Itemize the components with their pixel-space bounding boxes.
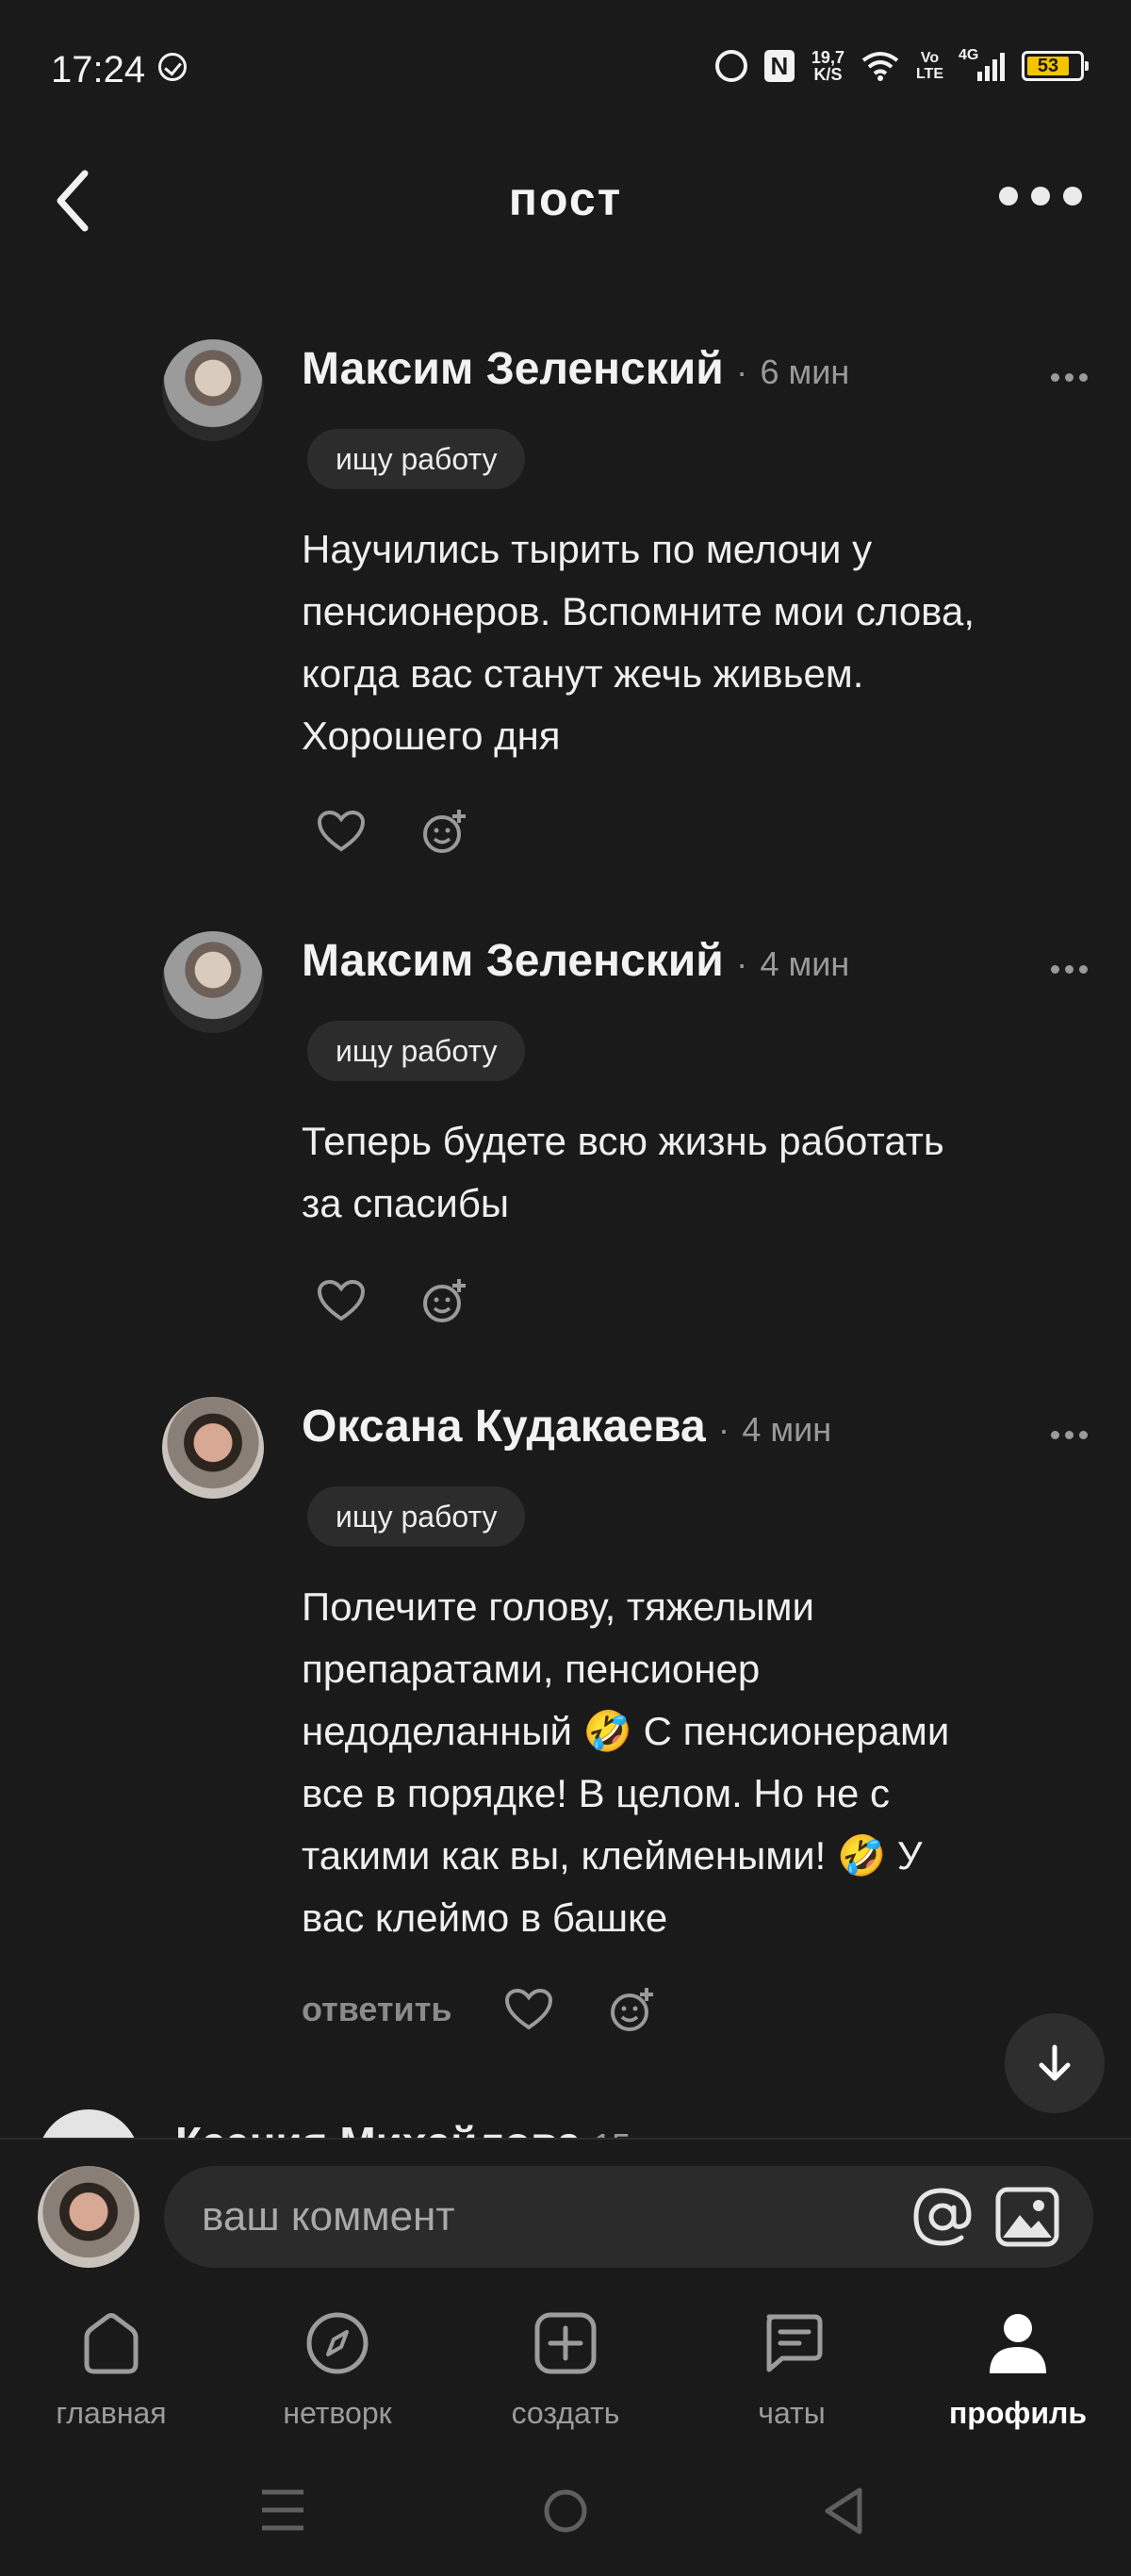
header: пост bbox=[0, 151, 1131, 245]
scroll-down-button[interactable] bbox=[1005, 2013, 1105, 2113]
check-circle-icon bbox=[158, 53, 187, 81]
comment-text-line: вас клеймо в башке bbox=[302, 1895, 668, 1940]
comment-text-line: препаратами, пенсионер bbox=[302, 1647, 761, 1691]
comment-composer bbox=[0, 2138, 1131, 2281]
add-reaction-icon[interactable] bbox=[418, 805, 471, 858]
comment-actions: ответить bbox=[302, 1983, 659, 2036]
separator-dot: · bbox=[736, 353, 748, 391]
comment-text-line: недоделанный 🤣 С пенсионерами bbox=[302, 1709, 950, 1753]
home-circle-icon[interactable] bbox=[543, 2488, 588, 2534]
plus-square-icon bbox=[534, 2312, 597, 2374]
back-triangle-icon[interactable] bbox=[822, 2486, 867, 2535]
volte-indicator: Vo LTE bbox=[916, 50, 943, 82]
home-icon bbox=[84, 2313, 139, 2374]
nav-item-create[interactable]: создать bbox=[471, 2307, 660, 2431]
system-navigation bbox=[0, 2449, 1131, 2576]
avatar[interactable] bbox=[162, 931, 264, 1033]
comment-time: 4 мин bbox=[742, 1410, 832, 1449]
author-name[interactable]: Максим Зеленский bbox=[302, 344, 724, 394]
battery-icon: 53 bbox=[1022, 51, 1089, 81]
nav-label: нетворк bbox=[283, 2396, 392, 2430]
comment-actions bbox=[315, 805, 471, 858]
nav-label: чаты bbox=[758, 2396, 826, 2430]
signal-icon bbox=[977, 51, 1005, 81]
more-horizontal-icon[interactable] bbox=[999, 187, 1082, 205]
status-icons: N 19,7 K/S Vo LTE 4G 53 bbox=[714, 47, 1089, 83]
comment-text: Научились тырить по мелочи у пенсионеров… bbox=[302, 518, 1074, 767]
comment-text-line: Хорошего дня bbox=[302, 714, 561, 758]
comment-text-line: Научились тырить по мелочи у bbox=[302, 527, 873, 571]
page-title: пост bbox=[508, 172, 623, 225]
comment-text-line: когда вас станут жечь живьем. bbox=[302, 651, 864, 696]
comment-time: 4 мин bbox=[760, 944, 850, 983]
chat-icon bbox=[766, 2314, 823, 2372]
heart-icon[interactable] bbox=[502, 1983, 555, 2036]
network-speed-unit: K/S bbox=[813, 65, 843, 84]
avatar[interactable] bbox=[162, 339, 264, 441]
signal-group: 4G bbox=[959, 47, 1005, 81]
network-speed: 19,7 K/S bbox=[811, 49, 844, 83]
arrow-down-icon bbox=[1039, 2044, 1071, 2081]
separator-dot: · bbox=[718, 1410, 730, 1449]
nfc-icon: N bbox=[763, 50, 795, 82]
volte-bottom: LTE bbox=[915, 66, 943, 82]
comment-more-icon[interactable] bbox=[1051, 373, 1088, 382]
comment-text: Полечите голову, тяжелыми препаратами, п… bbox=[302, 1576, 1074, 1949]
image-icon[interactable] bbox=[995, 2187, 1059, 2247]
heart-icon[interactable] bbox=[315, 1274, 368, 1327]
add-reaction-icon[interactable] bbox=[606, 1983, 659, 2036]
alarm-icon bbox=[714, 50, 747, 82]
author-name[interactable]: Максим Зеленский bbox=[302, 936, 724, 986]
comment-text-line: за спасибы bbox=[302, 1181, 510, 1225]
status-bar: 17:24 N 19,7 K/S Vo LTE 4G 53 bbox=[0, 0, 1131, 141]
author-name[interactable]: Оксана Кудакаева bbox=[302, 1402, 706, 1452]
status-tag: ищу работу bbox=[307, 1021, 526, 1081]
battery-level: 53 bbox=[1027, 57, 1069, 75]
comment-author[interactable]: Оксана Кудакаева · 4 мин bbox=[302, 1401, 831, 1452]
comment-text: Теперь будете всю жизнь работать за спас… bbox=[302, 1110, 1074, 1235]
separator-dot: · bbox=[736, 944, 748, 983]
nav-item-home[interactable]: главная bbox=[17, 2307, 205, 2431]
bottom-navigation: главная нетворк создать чаты профиль bbox=[0, 2279, 1131, 2449]
nav-item-profile[interactable]: профиль bbox=[924, 2307, 1112, 2431]
nav-label: главная bbox=[56, 2396, 167, 2430]
volte-top: Vo bbox=[920, 50, 940, 66]
comment-actions bbox=[315, 1274, 471, 1327]
status-tag: ищу работу bbox=[307, 1486, 526, 1547]
comment-author[interactable]: Максим Зеленский · 4 мин bbox=[302, 935, 849, 987]
avatar[interactable] bbox=[162, 1397, 264, 1499]
nav-label: создать bbox=[511, 2396, 620, 2430]
recent-apps-icon[interactable] bbox=[260, 2488, 305, 2532]
add-reaction-icon[interactable] bbox=[418, 1274, 471, 1327]
comment-text-line: Теперь будете всю жизнь работать bbox=[302, 1119, 944, 1163]
at-sign-icon[interactable] bbox=[912, 2187, 973, 2247]
comment-more-icon[interactable] bbox=[1051, 965, 1088, 974]
comment-more-icon[interactable] bbox=[1051, 1431, 1088, 1439]
user-icon bbox=[990, 2314, 1046, 2373]
comment-text-line: все в порядке! В целом. Но не с bbox=[302, 1771, 890, 1815]
comment-text-line: Полечите голову, тяжелыми bbox=[302, 1584, 814, 1629]
comment-time: 6 мин bbox=[760, 353, 850, 391]
status-time: 17:24 bbox=[51, 49, 146, 90]
comment-text-line: пенсионеров. Вспомните мои слова, bbox=[302, 589, 975, 633]
nav-item-network[interactable]: нетворк bbox=[243, 2307, 432, 2431]
compass-icon bbox=[306, 2312, 369, 2374]
nav-item-chats[interactable]: чаты bbox=[697, 2307, 886, 2431]
reply-button[interactable]: ответить bbox=[302, 1990, 451, 2029]
comment-text-line: такими как вы, клеймеными! 🤣 У bbox=[302, 1833, 923, 1878]
heart-icon[interactable] bbox=[315, 805, 368, 858]
avatar[interactable] bbox=[38, 2166, 139, 2268]
nav-label: профиль bbox=[948, 2396, 1088, 2430]
comment-author[interactable]: Максим Зеленский · 6 мин bbox=[302, 343, 849, 395]
network-speed-value: 19,7 bbox=[811, 48, 844, 67]
network-type: 4G bbox=[959, 47, 979, 63]
status-tag: ищу работу bbox=[307, 429, 526, 489]
wifi-icon bbox=[861, 52, 899, 81]
